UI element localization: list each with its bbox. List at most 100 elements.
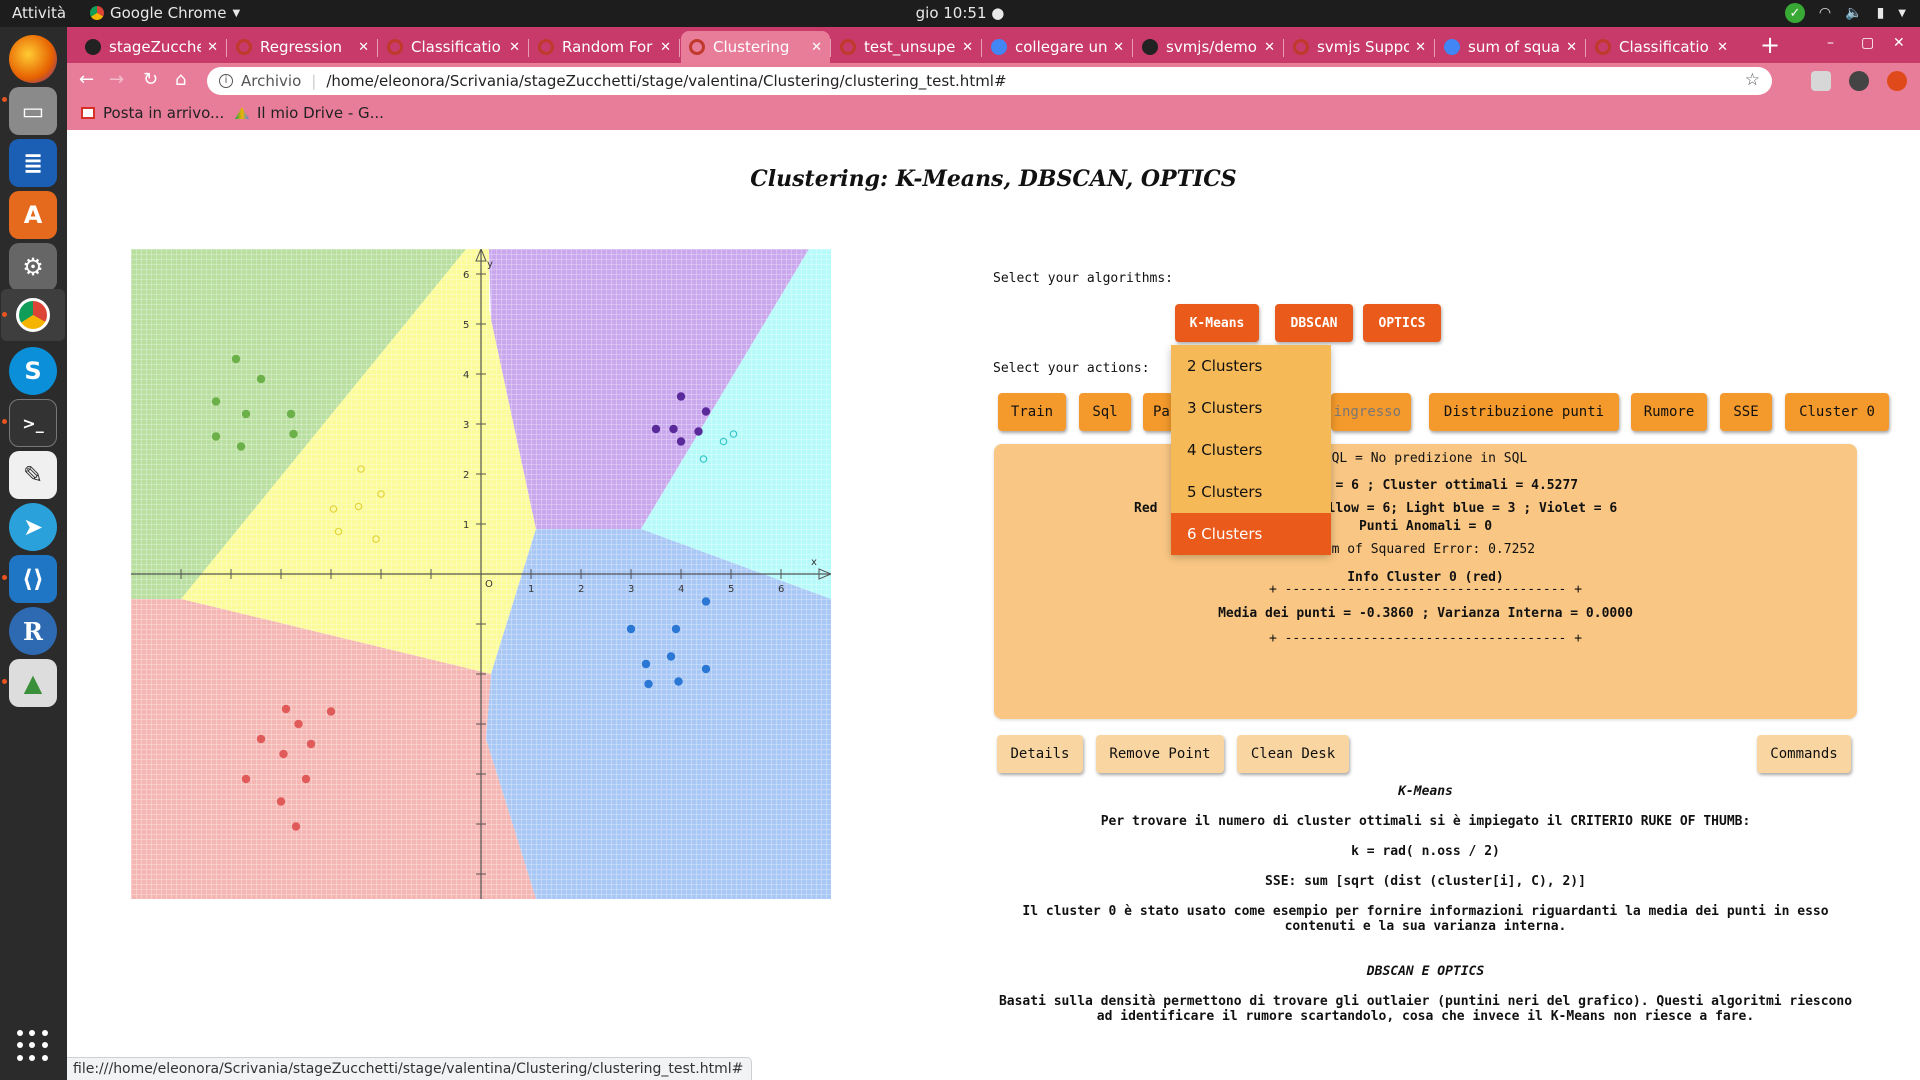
data-point-violet[interactable] [651, 424, 661, 434]
clean-desk-button[interactable]: Clean Desk [1237, 735, 1349, 773]
tab-regression[interactable]: Regression ✕ [228, 31, 377, 63]
r-icon[interactable]: R [9, 607, 57, 655]
dbscan-button[interactable]: DBSCAN [1275, 304, 1353, 342]
update-icon[interactable] [1887, 71, 1907, 91]
close-tab-icon[interactable]: ✕ [1415, 40, 1426, 55]
data-point-red[interactable] [276, 797, 286, 806]
partial-button[interactable]: Pa [1143, 393, 1173, 431]
extension-icon[interactable] [1811, 71, 1831, 91]
data-point-red[interactable] [256, 734, 266, 744]
data-point-red[interactable] [291, 822, 301, 831]
optics-button[interactable]: OPTICS [1363, 304, 1441, 342]
software-center-icon[interactable]: A [9, 191, 57, 239]
tab-svmjs-demo[interactable]: svmjs/demo ✕ [1134, 31, 1283, 63]
files-icon[interactable]: ▭ [9, 87, 57, 135]
telegram-icon[interactable]: ➤ [9, 503, 57, 551]
text-editor-icon[interactable]: ✎ [9, 451, 57, 499]
tab-sum-of-squa[interactable]: sum of squa ✕ [1436, 31, 1585, 63]
data-point-violet[interactable] [669, 424, 678, 434]
forward-icon[interactable]: → [109, 69, 124, 90]
tab-classificatio[interactable]: Classificatio ✕ [379, 31, 528, 63]
distribuzione-punti-button[interactable]: Distribuzione punti [1429, 393, 1619, 431]
info-icon[interactable]: i [219, 74, 233, 88]
data-point-red[interactable] [326, 707, 336, 716]
close-tab-icon[interactable]: ✕ [962, 40, 973, 55]
new-tab-button[interactable]: + [1754, 31, 1786, 59]
data-point-blue[interactable] [671, 624, 681, 634]
data-point-green[interactable] [211, 432, 221, 441]
maximize-icon[interactable]: ▢ [1861, 35, 1874, 51]
avatar[interactable] [1849, 71, 1869, 91]
dropdown-option[interactable]: 4 Clusters [1171, 429, 1331, 471]
update-check-icon[interactable]: ✓ [1784, 3, 1805, 23]
dropdown-option[interactable]: 3 Clusters [1171, 387, 1331, 429]
back-icon[interactable]: ← [79, 69, 94, 90]
show-applications-icon[interactable] [17, 1030, 49, 1062]
tab-random-for[interactable]: Random For ✕ [530, 31, 679, 63]
tab-svmjs-suppo[interactable]: svmjs Suppo ✕ [1285, 31, 1434, 63]
data-point-green[interactable] [231, 354, 241, 364]
chrome-icon[interactable] [1, 289, 65, 341]
data-point-blue[interactable] [641, 659, 651, 669]
image-viewer-icon[interactable]: ▲ [9, 659, 57, 707]
data-point-violet[interactable] [701, 407, 711, 416]
tab-test-unsupe[interactable]: test_unsupe ✕ [832, 31, 981, 63]
train-button[interactable]: Train [998, 393, 1066, 431]
address-bar[interactable]: i Archivio | /home/eleonora/Scrivania/st… [207, 67, 1772, 95]
data-point-green[interactable] [289, 429, 298, 439]
data-point-blue[interactable] [626, 624, 636, 634]
vscode-icon[interactable]: ⟨⟩ [9, 555, 57, 603]
close-tab-icon[interactable]: ✕ [509, 40, 520, 55]
system-tray[interactable]: ✓ ◠ 🔈 ▮ ▼ [1784, 3, 1906, 23]
data-point-green[interactable] [286, 409, 296, 419]
data-point-red[interactable] [294, 719, 303, 729]
data-point-blue[interactable] [674, 677, 683, 686]
close-tab-icon[interactable]: ✕ [1717, 40, 1728, 55]
data-point-green[interactable] [236, 442, 246, 451]
reload-icon[interactable]: ↻ [143, 69, 158, 90]
bookmark-drive[interactable]: Il mio Drive - G... [235, 104, 384, 122]
commands-button[interactable]: Commands [1757, 735, 1851, 773]
settings-icon[interactable]: ⚙ [9, 243, 57, 291]
data-point-violet[interactable] [694, 427, 703, 436]
sse-button[interactable]: SSE [1720, 393, 1772, 431]
data-point-violet[interactable] [676, 392, 686, 401]
home-icon[interactable]: ⌂ [175, 69, 186, 90]
tab-collegare-un[interactable]: collegare un ✕ [983, 31, 1132, 63]
dropdown-option-selected[interactable]: 6 Clusters [1171, 513, 1331, 555]
data-point-red[interactable] [279, 749, 288, 759]
close-tab-icon[interactable]: ✕ [1264, 40, 1275, 55]
data-point-red[interactable] [306, 739, 316, 749]
ingresso-button[interactable]: ingresso [1331, 393, 1411, 431]
bookmark-star-icon[interactable]: ☆ [1745, 70, 1760, 90]
rumore-button[interactable]: Rumore [1631, 393, 1707, 431]
details-button[interactable]: Details [997, 735, 1083, 773]
close-tab-icon[interactable]: ✕ [1566, 40, 1577, 55]
tab-stagezucche[interactable]: stageZucche ✕ [77, 31, 226, 63]
clock[interactable]: gio 10:51 ● [0, 4, 1920, 22]
dropdown-option[interactable]: 2 Clusters [1171, 345, 1331, 387]
firefox-icon[interactable] [9, 35, 57, 83]
tab-classificatio[interactable]: Classificatio ✕ [1587, 31, 1736, 63]
data-point-violet[interactable] [676, 437, 686, 446]
close-tab-icon[interactable]: ✕ [811, 40, 822, 55]
clusters-dropdown[interactable]: 2 Clusters 3 Clusters 4 Clusters 5 Clust… [1171, 345, 1331, 555]
close-icon[interactable]: ✕ [1893, 35, 1905, 51]
close-tab-icon[interactable]: ✕ [1113, 40, 1124, 55]
data-point-green[interactable] [241, 409, 251, 419]
close-tab-icon[interactable]: ✕ [358, 40, 369, 55]
close-tab-icon[interactable]: ✕ [660, 40, 671, 55]
data-point-blue[interactable] [701, 597, 711, 606]
data-point-blue[interactable] [644, 679, 653, 689]
writer-icon[interactable]: ≣ [9, 139, 57, 187]
data-point-red[interactable] [241, 774, 251, 784]
close-tab-icon[interactable]: ✕ [207, 40, 218, 55]
sql-button[interactable]: Sql [1079, 393, 1131, 431]
minimize-icon[interactable]: – [1827, 35, 1834, 51]
remove-point-button[interactable]: Remove Point [1096, 735, 1224, 773]
kmeans-button[interactable]: K-Means [1175, 304, 1259, 342]
cluster-0-button[interactable]: Cluster 0 [1785, 393, 1889, 431]
dropdown-option[interactable]: 5 Clusters [1171, 471, 1331, 513]
data-point-red[interactable] [301, 774, 311, 784]
data-point-green[interactable] [211, 397, 221, 406]
